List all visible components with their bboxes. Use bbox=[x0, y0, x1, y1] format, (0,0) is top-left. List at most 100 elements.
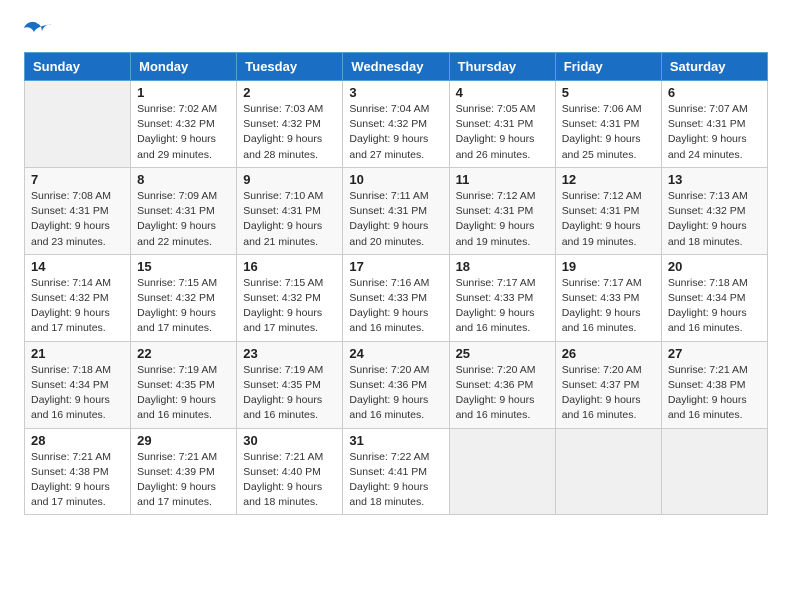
day-info: Sunrise: 7:18 AMSunset: 4:34 PMDaylight:… bbox=[668, 276, 761, 337]
day-info: Sunrise: 7:13 AMSunset: 4:32 PMDaylight:… bbox=[668, 189, 761, 250]
calendar-cell: 18 Sunrise: 7:17 AMSunset: 4:33 PMDayligh… bbox=[449, 254, 555, 341]
column-header-saturday: Saturday bbox=[661, 53, 767, 81]
day-number: 10 bbox=[349, 172, 442, 187]
page-header bbox=[24, 20, 768, 42]
day-info: Sunrise: 7:17 AMSunset: 4:33 PMDaylight:… bbox=[456, 276, 549, 337]
day-info: Sunrise: 7:10 AMSunset: 4:31 PMDaylight:… bbox=[243, 189, 336, 250]
column-header-thursday: Thursday bbox=[449, 53, 555, 81]
day-info: Sunrise: 7:22 AMSunset: 4:41 PMDaylight:… bbox=[349, 450, 442, 511]
day-number: 29 bbox=[137, 433, 230, 448]
calendar-cell: 14 Sunrise: 7:14 AMSunset: 4:32 PMDayligh… bbox=[25, 254, 131, 341]
calendar-cell: 5 Sunrise: 7:06 AMSunset: 4:31 PMDaylight… bbox=[555, 81, 661, 168]
day-info: Sunrise: 7:02 AMSunset: 4:32 PMDaylight:… bbox=[137, 102, 230, 163]
day-info: Sunrise: 7:08 AMSunset: 4:31 PMDaylight:… bbox=[31, 189, 124, 250]
day-number: 31 bbox=[349, 433, 442, 448]
day-number: 30 bbox=[243, 433, 336, 448]
calendar-cell: 16 Sunrise: 7:15 AMSunset: 4:32 PMDayligh… bbox=[237, 254, 343, 341]
calendar-cell: 13 Sunrise: 7:13 AMSunset: 4:32 PMDayligh… bbox=[661, 167, 767, 254]
day-number: 25 bbox=[456, 346, 549, 361]
calendar-week-4: 21 Sunrise: 7:18 AMSunset: 4:34 PMDayligh… bbox=[25, 341, 768, 428]
day-number: 4 bbox=[456, 85, 549, 100]
calendar-cell: 29Sunrise: 7:21 AMSunset: 4:39 PMDayligh… bbox=[131, 428, 237, 515]
day-number: 14 bbox=[31, 259, 124, 274]
calendar-cell: 26 Sunrise: 7:20 AMSunset: 4:37 PMDayligh… bbox=[555, 341, 661, 428]
column-header-wednesday: Wednesday bbox=[343, 53, 449, 81]
day-info: Sunrise: 7:15 AMSunset: 4:32 PMDaylight:… bbox=[243, 276, 336, 337]
day-number: 20 bbox=[668, 259, 761, 274]
day-number: 24 bbox=[349, 346, 442, 361]
calendar-week-3: 14 Sunrise: 7:14 AMSunset: 4:32 PMDayligh… bbox=[25, 254, 768, 341]
calendar-cell: 25 Sunrise: 7:20 AMSunset: 4:36 PMDayligh… bbox=[449, 341, 555, 428]
day-number: 7 bbox=[31, 172, 124, 187]
day-info: Sunrise: 7:09 AMSunset: 4:31 PMDaylight:… bbox=[137, 189, 230, 250]
calendar-week-2: 7 Sunrise: 7:08 AMSunset: 4:31 PMDaylight… bbox=[25, 167, 768, 254]
column-header-sunday: Sunday bbox=[25, 53, 131, 81]
day-number: 11 bbox=[456, 172, 549, 187]
day-number: 16 bbox=[243, 259, 336, 274]
calendar-cell: 15 Sunrise: 7:15 AMSunset: 4:32 PMDayligh… bbox=[131, 254, 237, 341]
calendar-cell: 1 Sunrise: 7:02 AMSunset: 4:32 PMDaylight… bbox=[131, 81, 237, 168]
day-info: Sunrise: 7:06 AMSunset: 4:31 PMDaylight:… bbox=[562, 102, 655, 163]
day-number: 21 bbox=[31, 346, 124, 361]
day-info: Sunrise: 7:17 AMSunset: 4:33 PMDaylight:… bbox=[562, 276, 655, 337]
day-number: 27 bbox=[668, 346, 761, 361]
calendar-cell: 24 Sunrise: 7:20 AMSunset: 4:36 PMDayligh… bbox=[343, 341, 449, 428]
day-number: 15 bbox=[137, 259, 230, 274]
day-number: 19 bbox=[562, 259, 655, 274]
day-number: 3 bbox=[349, 85, 442, 100]
calendar-cell: 20 Sunrise: 7:18 AMSunset: 4:34 PMDayligh… bbox=[661, 254, 767, 341]
calendar-cell: 23Sunrise: 7:19 AMSunset: 4:35 PMDayligh… bbox=[237, 341, 343, 428]
day-number: 18 bbox=[456, 259, 549, 274]
day-number: 17 bbox=[349, 259, 442, 274]
calendar-cell: 6Sunrise: 7:07 AMSunset: 4:31 PMDaylight… bbox=[661, 81, 767, 168]
calendar-cell bbox=[555, 428, 661, 515]
day-info: Sunrise: 7:14 AMSunset: 4:32 PMDaylight:… bbox=[31, 276, 124, 337]
day-info: Sunrise: 7:19 AMSunset: 4:35 PMDaylight:… bbox=[243, 363, 336, 424]
day-info: Sunrise: 7:07 AMSunset: 4:31 PMDaylight:… bbox=[668, 102, 761, 163]
day-info: Sunrise: 7:04 AMSunset: 4:32 PMDaylight:… bbox=[349, 102, 442, 163]
calendar-cell: 3 Sunrise: 7:04 AMSunset: 4:32 PMDaylight… bbox=[343, 81, 449, 168]
calendar-cell: 31 Sunrise: 7:22 AMSunset: 4:41 PMDayligh… bbox=[343, 428, 449, 515]
day-number: 1 bbox=[137, 85, 230, 100]
calendar-cell: 12 Sunrise: 7:12 AMSunset: 4:31 PMDayligh… bbox=[555, 167, 661, 254]
calendar-cell bbox=[449, 428, 555, 515]
calendar-cell bbox=[661, 428, 767, 515]
calendar-cell: 21 Sunrise: 7:18 AMSunset: 4:34 PMDayligh… bbox=[25, 341, 131, 428]
day-info: Sunrise: 7:20 AMSunset: 4:36 PMDaylight:… bbox=[456, 363, 549, 424]
day-info: Sunrise: 7:21 AMSunset: 4:38 PMDaylight:… bbox=[31, 450, 124, 511]
day-info: Sunrise: 7:11 AMSunset: 4:31 PMDaylight:… bbox=[349, 189, 442, 250]
calendar-header-row: SundayMondayTuesdayWednesdayThursdayFrid… bbox=[25, 53, 768, 81]
day-info: Sunrise: 7:12 AMSunset: 4:31 PMDaylight:… bbox=[456, 189, 549, 250]
day-info: Sunrise: 7:05 AMSunset: 4:31 PMDaylight:… bbox=[456, 102, 549, 163]
calendar-week-1: 1 Sunrise: 7:02 AMSunset: 4:32 PMDaylight… bbox=[25, 81, 768, 168]
day-info: Sunrise: 7:20 AMSunset: 4:37 PMDaylight:… bbox=[562, 363, 655, 424]
calendar-cell: 9Sunrise: 7:10 AMSunset: 4:31 PMDaylight… bbox=[237, 167, 343, 254]
day-number: 8 bbox=[137, 172, 230, 187]
logo-icon bbox=[24, 20, 52, 42]
column-header-tuesday: Tuesday bbox=[237, 53, 343, 81]
day-info: Sunrise: 7:20 AMSunset: 4:36 PMDaylight:… bbox=[349, 363, 442, 424]
day-info: Sunrise: 7:16 AMSunset: 4:33 PMDaylight:… bbox=[349, 276, 442, 337]
day-number: 12 bbox=[562, 172, 655, 187]
day-info: Sunrise: 7:03 AMSunset: 4:32 PMDaylight:… bbox=[243, 102, 336, 163]
calendar-cell: 11 Sunrise: 7:12 AMSunset: 4:31 PMDayligh… bbox=[449, 167, 555, 254]
logo bbox=[24, 20, 56, 42]
day-info: Sunrise: 7:12 AMSunset: 4:31 PMDaylight:… bbox=[562, 189, 655, 250]
calendar-cell: 17 Sunrise: 7:16 AMSunset: 4:33 PMDayligh… bbox=[343, 254, 449, 341]
day-info: Sunrise: 7:18 AMSunset: 4:34 PMDaylight:… bbox=[31, 363, 124, 424]
calendar-cell: 27Sunrise: 7:21 AMSunset: 4:38 PMDayligh… bbox=[661, 341, 767, 428]
day-info: Sunrise: 7:21 AMSunset: 4:40 PMDaylight:… bbox=[243, 450, 336, 511]
day-info: Sunrise: 7:15 AMSunset: 4:32 PMDaylight:… bbox=[137, 276, 230, 337]
calendar-cell: 30 Sunrise: 7:21 AMSunset: 4:40 PMDayligh… bbox=[237, 428, 343, 515]
day-number: 13 bbox=[668, 172, 761, 187]
day-number: 5 bbox=[562, 85, 655, 100]
calendar-cell: 7 Sunrise: 7:08 AMSunset: 4:31 PMDaylight… bbox=[25, 167, 131, 254]
calendar-cell: 4 Sunrise: 7:05 AMSunset: 4:31 PMDaylight… bbox=[449, 81, 555, 168]
day-number: 26 bbox=[562, 346, 655, 361]
column-header-friday: Friday bbox=[555, 53, 661, 81]
day-number: 22 bbox=[137, 346, 230, 361]
calendar-cell: 2Sunrise: 7:03 AMSunset: 4:32 PMDaylight… bbox=[237, 81, 343, 168]
calendar-cell: 8 Sunrise: 7:09 AMSunset: 4:31 PMDaylight… bbox=[131, 167, 237, 254]
calendar-table: SundayMondayTuesdayWednesdayThursdayFrid… bbox=[24, 52, 768, 515]
day-info: Sunrise: 7:19 AMSunset: 4:35 PMDaylight:… bbox=[137, 363, 230, 424]
